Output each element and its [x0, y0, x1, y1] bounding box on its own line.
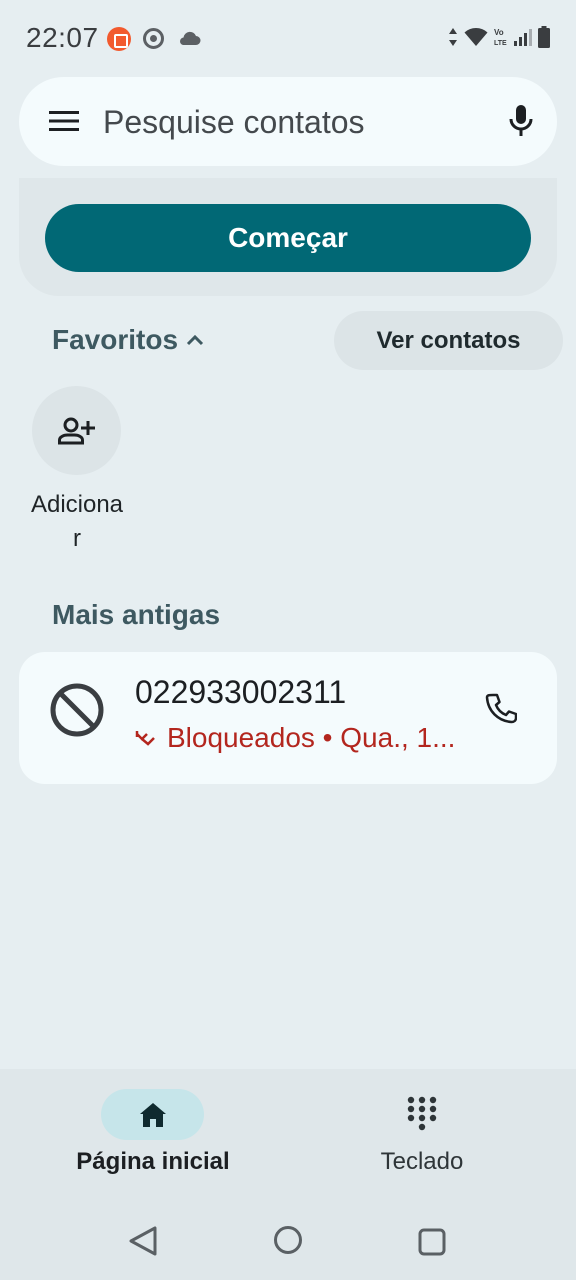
cloud-icon	[180, 31, 201, 45]
menu-icon[interactable]	[49, 110, 79, 132]
add-favorite-button[interactable]	[32, 386, 121, 475]
mic-icon[interactable]	[509, 103, 533, 139]
favorites-title: Favoritos	[52, 324, 179, 355]
section-title: Mais antigas	[52, 599, 221, 630]
recent-apps-icon[interactable]	[418, 1228, 446, 1256]
system-nav-bar	[0, 1191, 576, 1280]
search-input[interactable]: Pesquise contatos	[103, 104, 365, 141]
blocked-icon	[50, 683, 104, 737]
start-button[interactable]: Começar	[45, 204, 531, 272]
add-favorite-label: Adicionar	[30, 491, 124, 552]
nav-keypad-label[interactable]: Teclado	[340, 1148, 504, 1176]
phone-icon[interactable]	[485, 692, 517, 724]
bottom-nav: Página inicial Teclado	[0, 1069, 576, 1191]
battery-icon	[538, 26, 550, 48]
call-number: 022933002311	[135, 674, 347, 710]
back-icon[interactable]	[128, 1225, 158, 1257]
home-icon	[139, 1102, 166, 1127]
nav-home-label[interactable]: Página inicial	[60, 1148, 246, 1176]
signal-icon	[514, 29, 532, 46]
chrome-icon	[143, 28, 164, 49]
system-status-icons: Vo LTE	[448, 26, 550, 48]
dialpad-icon[interactable]	[407, 1096, 437, 1134]
home-circle-icon[interactable]	[273, 1225, 303, 1255]
status-bar: 22:07 Vo LTE	[0, 0, 576, 76]
data-arrows-icon	[449, 28, 457, 46]
missed-call-icon	[135, 731, 155, 746]
view-contacts-button[interactable]: Ver contatos	[334, 311, 563, 370]
search-bar[interactable]: Pesquise contatos	[19, 77, 557, 166]
svg-text:Vo: Vo	[494, 28, 504, 37]
call-log-item[interactable]: 022933002311 Bloqueados • Qua., 1...	[19, 652, 557, 784]
favorites-header[interactable]: Favoritos	[52, 324, 204, 356]
chevron-up-icon[interactable]	[186, 334, 204, 346]
start-card: Começar	[19, 178, 557, 296]
add-person-icon	[57, 417, 95, 444]
nav-home-button[interactable]	[101, 1089, 204, 1140]
svg-text:LTE: LTE	[494, 40, 507, 47]
call-detail: Bloqueados • Qua., 1...	[135, 722, 465, 754]
shopee-icon	[107, 27, 131, 51]
volte-icon: Vo LTE	[494, 28, 507, 47]
call-status-text: Bloqueados • Qua., 1...	[167, 722, 456, 753]
status-time: 22:07	[26, 22, 99, 53]
wifi-icon	[464, 28, 488, 46]
